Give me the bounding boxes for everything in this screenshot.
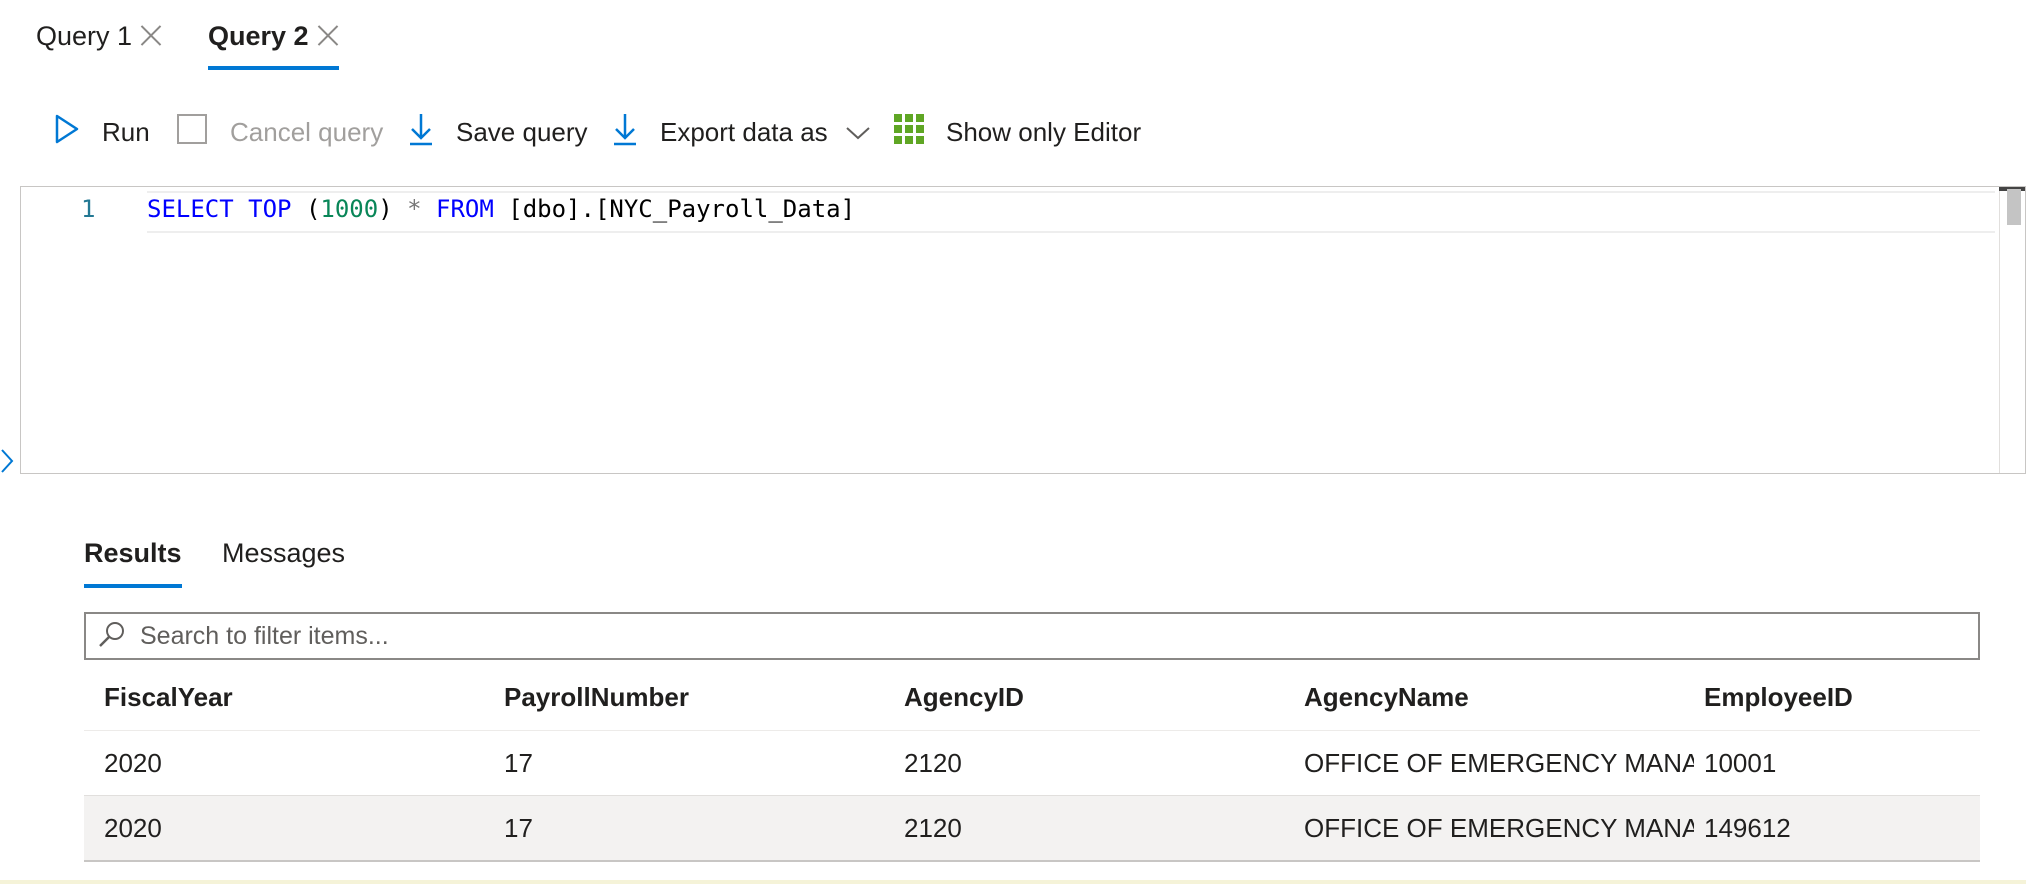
tab-query-1[interactable]: Query 1 <box>36 18 162 70</box>
table-row[interactable]: 2020 17 2120 OFFICE OF EMERGENCY MANA...… <box>84 796 1980 862</box>
search-icon <box>98 620 126 653</box>
table-cell: 10001 <box>1704 747 1777 778</box>
line-number: 1 <box>81 195 96 223</box>
tab-results[interactable]: Results <box>84 538 182 590</box>
table-row[interactable]: 2020 17 2120 OFFICE OF EMERGENCY MANA...… <box>84 731 1980 796</box>
chevron-down-icon <box>845 117 870 148</box>
save-query-label: Save query <box>456 116 588 147</box>
code-keyword-select: SELECT TOP <box>147 195 292 223</box>
show-only-editor-label: Show only Editor <box>946 116 1142 147</box>
editor-scrollbar[interactable] <box>1999 187 2025 473</box>
stop-icon <box>176 113 208 152</box>
table-cell: 17 <box>504 747 533 778</box>
code-paren-close: ) <box>378 195 408 223</box>
code-star: * <box>407 195 422 223</box>
query-toolbar: Run Cancel query Save query Export data … <box>0 106 2026 158</box>
tab-messages[interactable]: Messages <box>222 538 345 590</box>
code-paren-open: ( <box>291 195 321 223</box>
export-data-label: Export data as <box>660 116 828 147</box>
bottom-divider <box>0 880 2026 884</box>
active-tab-indicator <box>84 584 182 588</box>
table-cell: 2020 <box>104 747 162 778</box>
table-cell: 2020 <box>104 812 162 843</box>
query-tab-bar: Query 1 Query 2 <box>0 0 2026 74</box>
table-header-row: FiscalYear PayrollNumber AgencyID Agency… <box>84 664 1980 731</box>
table-cell: OFFICE OF EMERGENCY MANA... <box>1304 747 1694 778</box>
chevron-right-icon[interactable] <box>0 448 14 474</box>
tab-messages-label: Messages <box>222 538 346 568</box>
code-number: 1000 <box>320 195 379 223</box>
column-header-employeeid[interactable]: EmployeeID <box>1704 664 1853 730</box>
code-table-name: [dbo].[NYC_Payroll_Data] <box>493 195 856 223</box>
grid-icon <box>894 113 924 151</box>
download-icon <box>612 112 638 153</box>
code-keyword-from: FROM <box>436 195 494 223</box>
filter-search-box[interactable] <box>84 612 1980 660</box>
table-cell: 17 <box>504 812 533 843</box>
close-icon[interactable] <box>317 24 339 46</box>
editor-scrollbar-thumb[interactable] <box>2007 189 2021 225</box>
close-icon[interactable] <box>140 24 162 46</box>
column-header-payrollnumber[interactable]: PayrollNumber <box>504 664 689 730</box>
table-cell: 149612 <box>1704 812 1791 843</box>
show-only-editor-button[interactable]: Show only Editor <box>894 106 1141 158</box>
run-button[interactable]: Run <box>54 106 150 158</box>
column-header-agencyid[interactable]: AgencyID <box>904 664 1024 730</box>
table-cell: 2120 <box>904 812 962 843</box>
run-button-label: Run <box>102 116 150 147</box>
tab-query-2[interactable]: Query 2 <box>208 18 339 70</box>
export-data-dropdown[interactable]: Export data as <box>612 106 870 158</box>
results-grid: FiscalYear PayrollNumber AgencyID Agency… <box>84 664 1980 862</box>
tab-query-1-label: Query 1 <box>36 21 133 51</box>
download-icon <box>408 112 434 153</box>
sql-editor[interactable]: 1 SELECT TOP (1000) * FROM [dbo].[NYC_Pa… <box>20 186 2026 474</box>
table-cell: OFFICE OF EMERGENCY MANA... <box>1304 812 1694 843</box>
tab-results-label: Results <box>84 538 182 568</box>
column-header-fiscalyear[interactable]: FiscalYear <box>104 664 233 730</box>
active-tab-indicator <box>208 66 339 70</box>
cancel-query-button[interactable]: Cancel query <box>176 106 383 158</box>
tab-query-2-label: Query 2 <box>208 21 309 51</box>
cancel-query-label: Cancel query <box>230 116 384 147</box>
search-input[interactable] <box>138 620 1842 652</box>
play-icon <box>54 113 80 152</box>
table-cell: 2120 <box>904 747 962 778</box>
save-query-button[interactable]: Save query <box>408 106 588 158</box>
column-header-agencyname[interactable]: AgencyName <box>1304 664 1694 730</box>
code-line[interactable]: SELECT TOP (1000) * FROM [dbo].[NYC_Payr… <box>147 195 855 223</box>
